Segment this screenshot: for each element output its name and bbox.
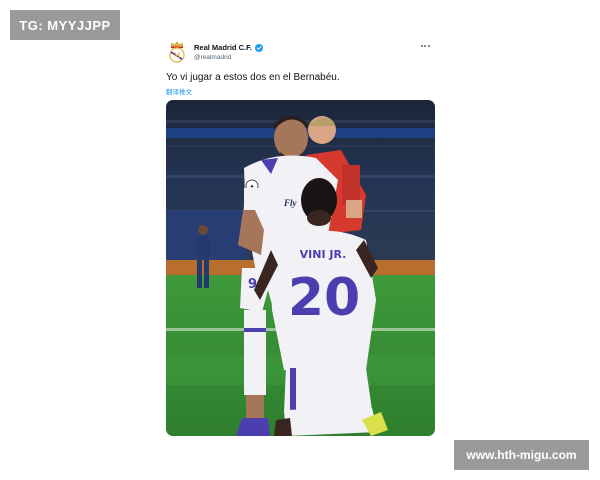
svg-text:M: M	[174, 53, 181, 60]
player-right-name: VINI JR.	[300, 248, 347, 261]
author-name-text[interactable]: Real Madrid C.F.	[194, 43, 252, 52]
tweet-header: M Real Madrid C.F. @realmadrid	[166, 40, 436, 66]
watermark-top-left: TG: MYYJJPP	[10, 10, 120, 40]
verified-badge-icon	[254, 43, 263, 52]
real-madrid-crest-icon[interactable]: M	[166, 40, 188, 64]
tweet-card[interactable]: M Real Madrid C.F. @realmadrid Yo vi jug…	[162, 36, 440, 440]
translate-tweet-link[interactable]: 翻译推文	[166, 86, 192, 96]
author-name[interactable]: Real Madrid C.F.	[194, 43, 263, 52]
tweet-text: Yo vi jugar a estos dos en el Bernabéu.	[166, 72, 340, 83]
player-right-number: 20	[288, 268, 360, 328]
more-options-icon[interactable]	[418, 42, 432, 50]
tweet-photo[interactable]: ✦ Fly 9 VINI JR. 20	[166, 100, 435, 436]
author-handle[interactable]: @realmadrid	[194, 54, 231, 61]
watermark-bottom-right-text: www.hth-migu.com	[466, 448, 577, 462]
watermark-top-left-text: TG: MYYJJPP	[19, 17, 111, 33]
sponsor-label: Fly	[283, 198, 298, 208]
watermark-bottom-right: www.hth-migu.com	[454, 440, 589, 470]
